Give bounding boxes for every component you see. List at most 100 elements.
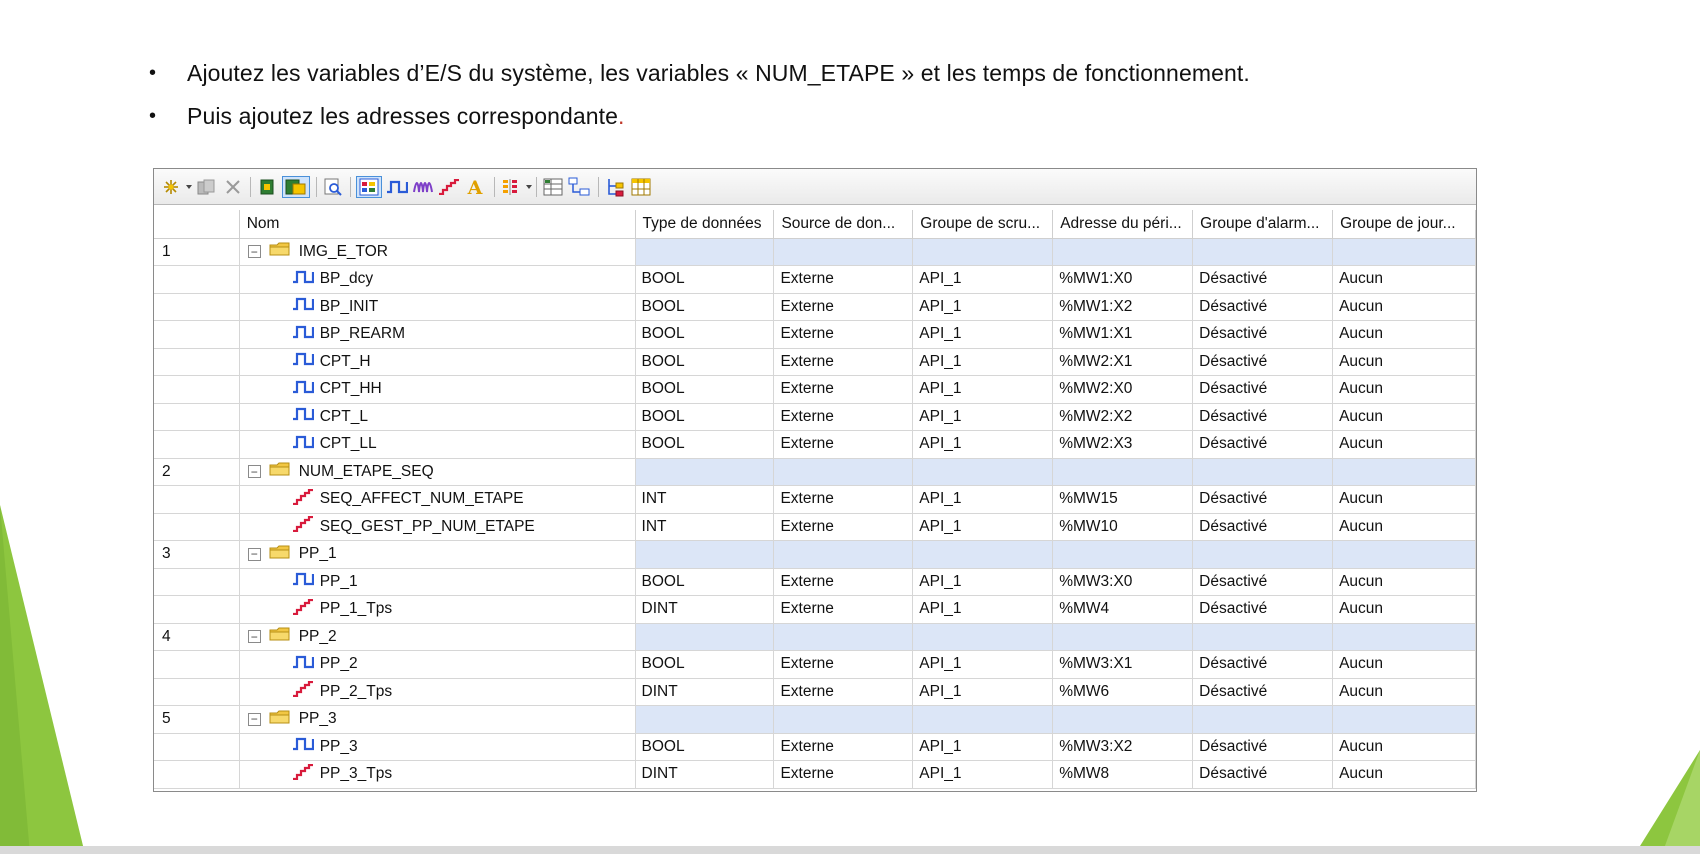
cell-log-group[interactable]: Aucun bbox=[1332, 760, 1476, 789]
cell-scan-group[interactable]: API_1 bbox=[912, 760, 1054, 789]
variable-name-cell[interactable]: PP_2_Tps bbox=[239, 678, 636, 706]
int-filter-button[interactable] bbox=[438, 176, 460, 198]
columns-dropdown[interactable] bbox=[526, 185, 532, 189]
delete-button[interactable] bbox=[222, 176, 244, 198]
cell-address[interactable]: %MW2:X3 bbox=[1052, 430, 1194, 459]
variable-row[interactable]: PP_3 BOOL Externe API_1 %MW3:X2 Désactivé Aucu… bbox=[154, 733, 1476, 761]
collapse-toggle[interactable]: − bbox=[247, 245, 261, 259]
show-all-filter-button[interactable] bbox=[356, 176, 382, 198]
cell-source[interactable]: Externe bbox=[773, 485, 914, 514]
cell-source[interactable]: Externe bbox=[773, 733, 914, 761]
cell-alarm-group[interactable]: Désactivé bbox=[1192, 293, 1334, 321]
cell-log-group[interactable]: Aucun bbox=[1332, 293, 1476, 321]
cell-log-group[interactable]: Aucun bbox=[1332, 403, 1476, 431]
collapse-toggle[interactable]: − bbox=[247, 630, 261, 644]
col-header-type[interactable]: Type de données bbox=[635, 210, 775, 239]
collapse-toggle[interactable]: − bbox=[247, 547, 261, 561]
cell-type[interactable]: BOOL bbox=[635, 320, 775, 349]
cell-alarm-group[interactable]: Désactivé bbox=[1192, 678, 1334, 706]
cell-alarm-group[interactable]: Désactivé bbox=[1192, 348, 1334, 376]
variable-name-cell[interactable]: CPT_LL bbox=[239, 430, 636, 459]
cell-source[interactable]: Externe bbox=[773, 513, 914, 541]
variable-name-cell[interactable]: PP_1 bbox=[239, 568, 636, 596]
cell-type[interactable]: BOOL bbox=[635, 348, 775, 376]
cell-alarm-group[interactable]: Désactivé bbox=[1192, 430, 1334, 459]
group-name-cell[interactable]: − NUM_ETAPE_SEQ bbox=[239, 458, 636, 486]
cell-log-group[interactable]: Aucun bbox=[1332, 513, 1476, 541]
cell-alarm-group[interactable]: Désactivé bbox=[1192, 485, 1334, 514]
variable-row[interactable]: BP_REARM BOOL Externe API_1 %MW1:X1 Désactivé… bbox=[154, 320, 1476, 349]
cell-address[interactable]: %MW15 bbox=[1052, 485, 1194, 514]
variable-name-cell[interactable]: CPT_L bbox=[239, 403, 636, 431]
cell-scan-group[interactable]: API_1 bbox=[912, 595, 1054, 624]
group-row[interactable]: 4− PP_2 bbox=[154, 623, 1476, 651]
cell-type[interactable]: BOOL bbox=[635, 650, 775, 679]
cell-log-group[interactable]: Aucun bbox=[1332, 485, 1476, 514]
cell-scan-group[interactable]: API_1 bbox=[912, 678, 1054, 706]
variable-name-cell[interactable]: SEQ_AFFECT_NUM_ETAPE bbox=[239, 485, 636, 514]
cell-log-group[interactable]: Aucun bbox=[1332, 595, 1476, 624]
cell-type[interactable]: DINT bbox=[635, 678, 775, 706]
cell-scan-group[interactable]: API_1 bbox=[912, 568, 1054, 596]
cell-scan-group[interactable]: API_1 bbox=[912, 348, 1054, 376]
cell-alarm-group[interactable]: Désactivé bbox=[1192, 733, 1334, 761]
collapse-toggle[interactable]: − bbox=[247, 712, 261, 726]
cell-source[interactable]: Externe bbox=[773, 678, 914, 706]
variable-name-cell[interactable]: SEQ_GEST_PP_NUM_ETAPE bbox=[239, 513, 636, 541]
cell-address[interactable]: %MW1:X1 bbox=[1052, 320, 1194, 349]
grid-view-button[interactable] bbox=[630, 176, 652, 198]
cell-address[interactable]: %MW3:X2 bbox=[1052, 733, 1194, 761]
variable-row[interactable]: BP_dcy BOOL Externe API_1 %MW1:X0 Désactivé Au… bbox=[154, 265, 1476, 294]
variable-name-cell[interactable]: PP_3_Tps bbox=[239, 760, 636, 789]
cell-type[interactable]: BOOL bbox=[635, 293, 775, 321]
cell-address[interactable]: %MW2:X1 bbox=[1052, 348, 1194, 376]
cell-address[interactable]: %MW4 bbox=[1052, 595, 1194, 624]
cell-type[interactable]: DINT bbox=[635, 595, 775, 624]
cell-type[interactable]: BOOL bbox=[635, 403, 775, 431]
cell-alarm-group[interactable]: Désactivé bbox=[1192, 760, 1334, 789]
cell-log-group[interactable]: Aucun bbox=[1332, 320, 1476, 349]
bool-filter-button[interactable] bbox=[386, 176, 408, 198]
cell-alarm-group[interactable]: Désactivé bbox=[1192, 513, 1334, 541]
cell-source[interactable]: Externe bbox=[773, 568, 914, 596]
col-header-alarm-group[interactable]: Groupe d'alarm... bbox=[1192, 210, 1334, 239]
cell-log-group[interactable]: Aucun bbox=[1332, 733, 1476, 761]
variable-row[interactable]: PP_2 BOOL Externe API_1 %MW3:X1 Désactivé Aucu… bbox=[154, 650, 1476, 679]
cell-scan-group[interactable]: API_1 bbox=[912, 485, 1054, 514]
cell-type[interactable]: INT bbox=[635, 485, 775, 514]
cell-alarm-group[interactable]: Désactivé bbox=[1192, 650, 1334, 679]
cell-source[interactable]: Externe bbox=[773, 293, 914, 321]
copy-variable-button[interactable] bbox=[196, 176, 218, 198]
cell-type[interactable]: BOOL bbox=[635, 265, 775, 294]
variable-row[interactable]: SEQ_GEST_PP_NUM_ETAPE INT Externe API_1 %MW1… bbox=[154, 513, 1476, 541]
variable-name-cell[interactable]: BP_REARM bbox=[239, 320, 636, 349]
group-name-cell[interactable]: − PP_3 bbox=[239, 705, 636, 734]
cell-alarm-group[interactable]: Désactivé bbox=[1192, 595, 1334, 624]
variable-row[interactable]: PP_1 BOOL Externe API_1 %MW3:X0 Désactivé Aucu… bbox=[154, 568, 1476, 596]
variable-name-cell[interactable]: BP_dcy bbox=[239, 265, 636, 294]
cell-log-group[interactable]: Aucun bbox=[1332, 650, 1476, 679]
new-variable-dropdown[interactable] bbox=[186, 185, 192, 189]
variable-row[interactable]: BP_INIT BOOL Externe API_1 %MW1:X2 Désactivé A… bbox=[154, 293, 1476, 321]
cell-type[interactable]: BOOL bbox=[635, 375, 775, 404]
variable-row[interactable]: CPT_L BOOL Externe API_1 %MW2:X2 Désactivé Auc… bbox=[154, 403, 1476, 431]
cell-log-group[interactable]: Aucun bbox=[1332, 568, 1476, 596]
cell-log-group[interactable]: Aucun bbox=[1332, 430, 1476, 459]
group-row[interactable]: 3− PP_1 bbox=[154, 540, 1476, 569]
cell-scan-group[interactable]: API_1 bbox=[912, 375, 1054, 404]
variable-name-cell[interactable]: BP_INIT bbox=[239, 293, 636, 321]
cell-address[interactable]: %MW3:X0 bbox=[1052, 568, 1194, 596]
cell-alarm-group[interactable]: Désactivé bbox=[1192, 320, 1334, 349]
string-filter-button[interactable]: A bbox=[464, 176, 486, 198]
tree-view-button[interactable] bbox=[604, 176, 626, 198]
cell-type[interactable]: BOOL bbox=[635, 430, 775, 459]
group-name-cell[interactable]: − PP_1 bbox=[239, 540, 636, 569]
cell-scan-group[interactable]: API_1 bbox=[912, 430, 1054, 459]
group-row[interactable]: 5− PP_3 bbox=[154, 705, 1476, 734]
analog-filter-button[interactable] bbox=[412, 176, 434, 198]
cell-alarm-group[interactable]: Désactivé bbox=[1192, 403, 1334, 431]
cell-scan-group[interactable]: API_1 bbox=[912, 733, 1054, 761]
cell-source[interactable]: Externe bbox=[773, 403, 914, 431]
variable-row[interactable]: PP_1_Tps DINT Externe API_1 %MW4 Désactivé Auc… bbox=[154, 595, 1476, 624]
collapse-toggle[interactable]: − bbox=[247, 465, 261, 479]
